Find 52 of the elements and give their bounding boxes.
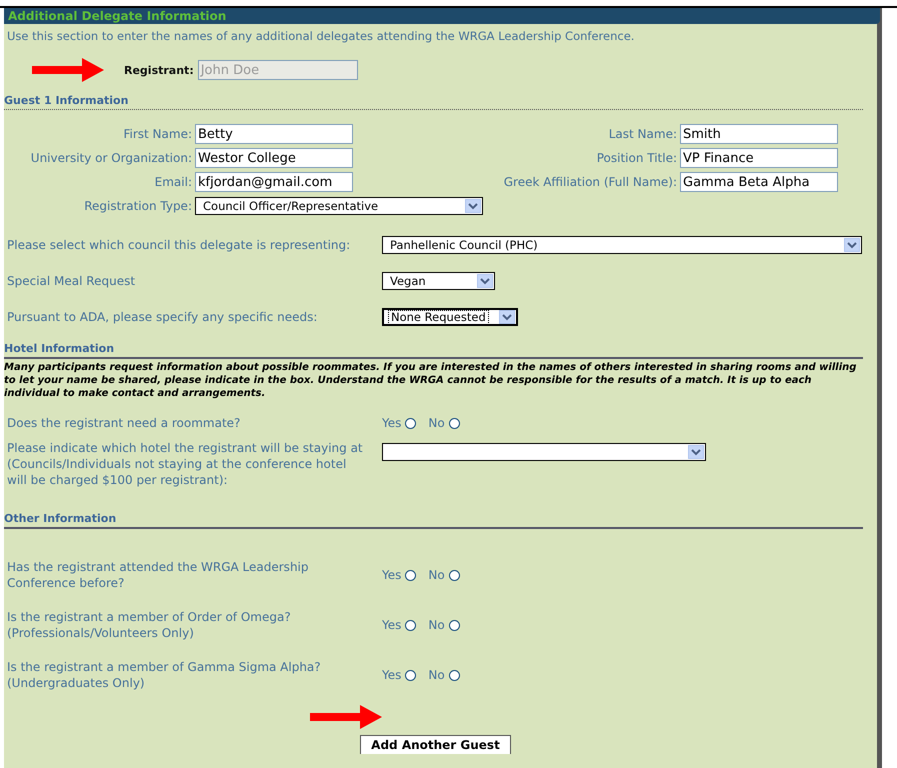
question-text: Is the registrant a member of Order of Omega? (Professionals/Volunteers Only): [7, 609, 292, 641]
question-text: Does the registrant need a roommate?: [7, 416, 242, 430]
dropdown[interactable]: None Requested: [382, 308, 518, 326]
arrow-icon: [310, 705, 382, 729]
field-label: Registration Type:: [83, 199, 192, 213]
dropdown[interactable]: [382, 443, 706, 461]
field-label: Position Title:: [596, 151, 677, 165]
text-field[interactable]: Westor College: [195, 148, 353, 168]
dropdown[interactable]: Council Officer/Representative: [195, 197, 483, 215]
text-field[interactable]: kfjordan@gmail.com: [195, 172, 353, 192]
radio-option[interactable]: Yes: [382, 416, 416, 430]
arrow-icon: [32, 58, 104, 82]
radio-icon[interactable]: [405, 418, 416, 428]
field-label: First Name:: [122, 127, 192, 141]
field-label: Please select which council this delegate is representing:: [7, 238, 352, 252]
field-label: University or Organization:: [30, 151, 192, 165]
radio-option[interactable]: No: [428, 668, 460, 682]
field-label: Greek Affiliation (Full Name):: [502, 175, 677, 189]
text-field[interactable]: Betty: [195, 124, 353, 144]
radio-option[interactable]: Yes: [382, 668, 416, 682]
question-text: Has the registrant attended the WRGA Leadership Conference before?: [7, 559, 310, 591]
registrant-label: Registrant:: [124, 64, 194, 76]
radio-option[interactable]: No: [428, 416, 460, 430]
radio-option[interactable]: Yes: [382, 618, 416, 632]
field-label: Pursuant to ADA, please specify any specific needs:: [7, 310, 318, 324]
radio-option[interactable]: Yes: [382, 568, 416, 582]
text-field[interactable]: VP Finance: [680, 148, 838, 168]
radio-icon[interactable]: [448, 670, 460, 680]
radio-icon[interactable]: [448, 570, 460, 580]
radio-icon[interactable]: [405, 620, 416, 630]
radio-icon[interactable]: [448, 418, 460, 428]
section-heading: Other Information: [4, 512, 118, 525]
add-guest-button[interactable]: Add Another Guest: [360, 735, 511, 754]
intro-text: Use this section to enter the names of any additional delegates attending the WRGA Leadership Conference.: [6, 28, 636, 43]
field-label: Email:: [154, 175, 192, 189]
section-header: Additional Delegate Information: [4, 8, 880, 24]
text-field[interactable]: Gamma Beta Alpha: [680, 172, 838, 192]
radio-option[interactable]: No: [428, 618, 460, 632]
field-label: Last Name:: [608, 127, 677, 141]
radio-icon[interactable]: [405, 670, 416, 680]
question-text: Is the registrant a member of Gamma Sigma Alpha? (Undergraduates Only): [7, 659, 322, 691]
radio-option[interactable]: No: [428, 568, 460, 582]
radio-icon[interactable]: [405, 570, 416, 580]
question-text: Please indicate which hotel the registrant will be staying at (Councils/Individuals not staying at the conference hotel will be charged $100 per registrant):: [7, 440, 364, 488]
section-heading: Hotel Information: [4, 342, 116, 355]
section-heading: Guest 1 Information: [4, 94, 130, 107]
field-label: Special Meal Request: [7, 274, 136, 288]
dropdown[interactable]: Panhellenic Council (PHC): [382, 236, 862, 254]
dropdown[interactable]: Vegan: [382, 272, 495, 290]
roommate-note: Many participants request information about possible roommates. If you are interested in the names of others interested in sharing rooms and willing to let your name be shared, please indicate in the box. Understand the WRGA cannot be responsible for the results of a match. It is up to each individual to make contact and arrangements.: [4, 361, 858, 400]
text-field[interactable]: Smith: [680, 124, 838, 144]
radio-icon[interactable]: [448, 620, 460, 630]
